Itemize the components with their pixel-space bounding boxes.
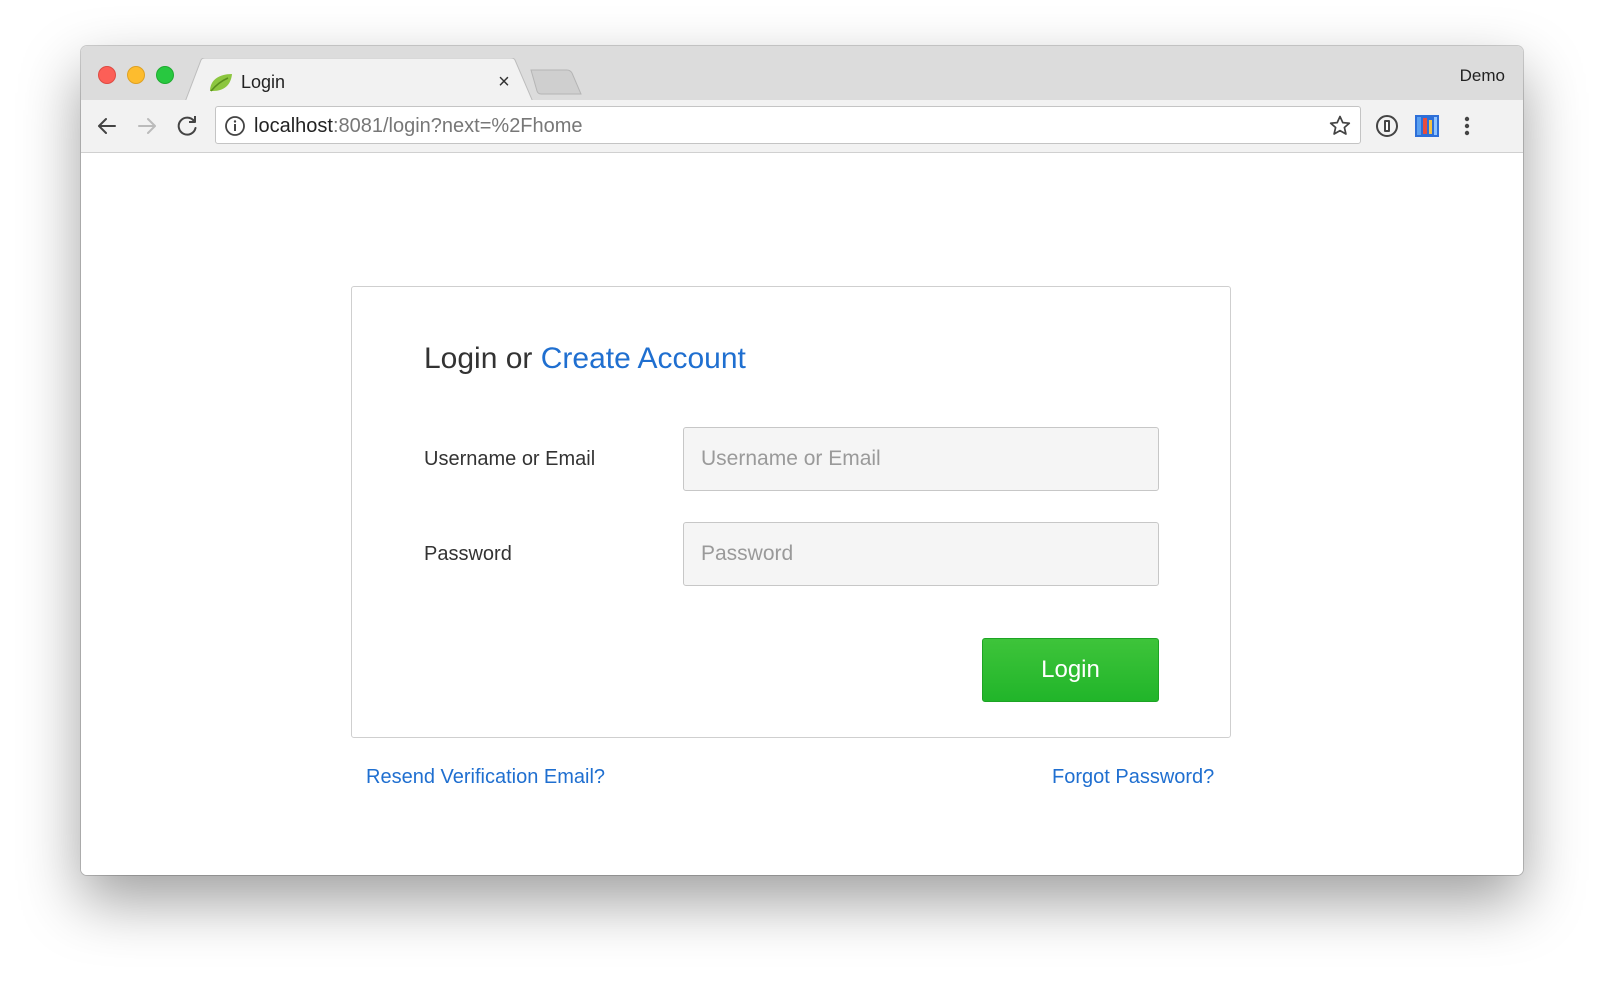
heading-prefix: Login or bbox=[424, 342, 541, 375]
profile-name[interactable]: Demo bbox=[1460, 64, 1505, 88]
minimize-window-button[interactable] bbox=[127, 66, 145, 84]
password-label: Password bbox=[424, 543, 512, 565]
close-window-button[interactable] bbox=[98, 66, 116, 84]
tab-strip: Login × Demo bbox=[81, 46, 1523, 102]
page-content: Login or Create Account Username or Emai… bbox=[81, 153, 1523, 875]
leaf-icon bbox=[210, 74, 232, 92]
password-input[interactable] bbox=[683, 522, 1159, 586]
username-input[interactable] bbox=[683, 427, 1159, 491]
extension-icon[interactable] bbox=[1413, 112, 1441, 140]
browser-window: Login × Demo localhost:8081/login?next=%… bbox=[81, 46, 1523, 875]
close-icon[interactable]: × bbox=[493, 68, 515, 96]
url-host: localhost bbox=[254, 115, 333, 137]
back-arrow-icon[interactable] bbox=[93, 112, 121, 140]
password-manager-icon[interactable] bbox=[1373, 112, 1401, 140]
login-card: Login or Create Account Username or Emai… bbox=[351, 286, 1231, 738]
address-bar[interactable]: localhost:8081/login?next=%2Fhome bbox=[215, 106, 1361, 144]
new-tab-button[interactable] bbox=[529, 68, 585, 96]
reload-icon[interactable] bbox=[173, 112, 201, 140]
menu-icon[interactable] bbox=[1453, 112, 1481, 140]
browser-toolbar: localhost:8081/login?next=%2Fhome bbox=[81, 100, 1523, 153]
tab-title: Login bbox=[241, 72, 286, 92]
active-tab[interactable] bbox=[185, 58, 533, 102]
url-text[interactable]: localhost:8081/login?next=%2Fhome bbox=[254, 113, 583, 139]
login-button[interactable]: Login bbox=[982, 638, 1159, 702]
forgot-password-link[interactable]: Forgot Password? bbox=[1052, 763, 1214, 791]
info-icon[interactable] bbox=[224, 115, 246, 137]
forward-arrow-icon[interactable] bbox=[133, 112, 161, 140]
username-label: Username or Email bbox=[424, 448, 596, 470]
star-icon[interactable] bbox=[1328, 114, 1352, 138]
page-title: Login or Create Account bbox=[424, 339, 746, 379]
create-account-link[interactable]: Create Account bbox=[541, 342, 746, 375]
zoom-window-button[interactable] bbox=[156, 66, 174, 84]
resend-verification-link[interactable]: Resend Verification Email? bbox=[366, 763, 605, 791]
url-path: :8081/login?next=%2Fhome bbox=[332, 115, 583, 137]
